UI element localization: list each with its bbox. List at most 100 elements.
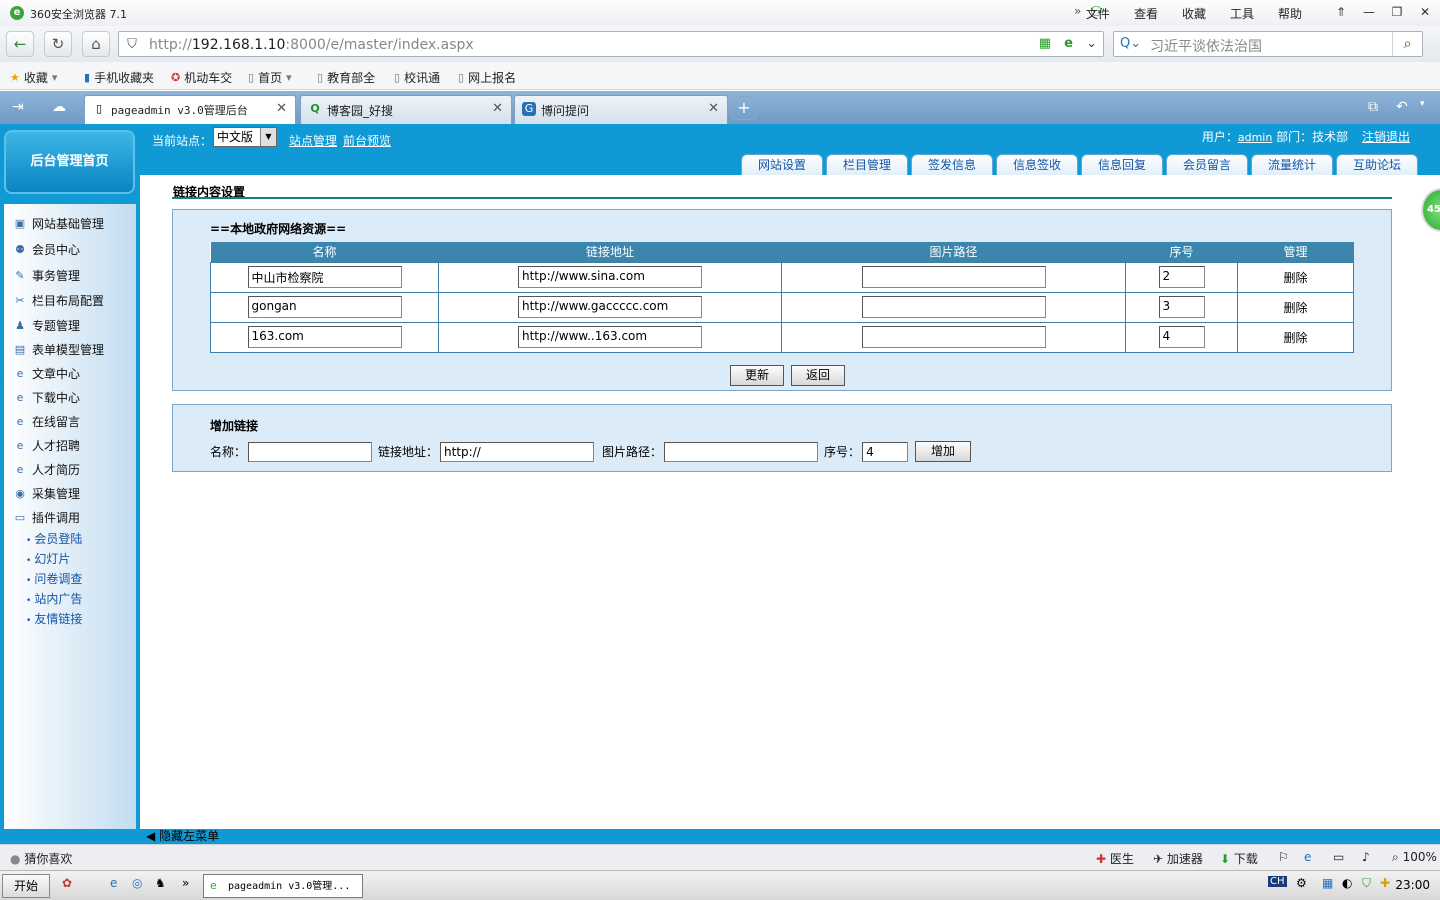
undo-close-icon[interactable]: ↶ [1396,99,1408,115]
delete-link[interactable]: 删除 [1283,331,1307,345]
logout-link[interactable]: 注销退出 [1362,130,1410,144]
menu-help[interactable]: 帮助 [1266,5,1314,22]
recommend-link[interactable]: ● 猜你喜欢 [10,850,72,867]
tab-reply[interactable]: 信息回复 [1081,154,1163,176]
search-input[interactable]: 习近平谈依法治国 [1150,36,1262,56]
address-bar[interactable]: ⛉ http://192.168.1.10:8000/e/master/inde… [118,31,1104,57]
zoom-control[interactable]: ⌕ 100% [1392,850,1437,865]
image-path-input[interactable] [861,326,1046,348]
bookmark-favorites[interactable]: ★ 收藏 ▾ [10,69,57,86]
submenu-slides[interactable]: 幻灯片 [26,550,70,567]
sidebar-item-collect[interactable]: ◉ 采集管理 [12,485,80,502]
image-path-input[interactable] [861,266,1046,288]
search-box[interactable]: Q⌄ 习近平谈依法治国 ⌕ [1113,31,1423,57]
home-icon[interactable]: ⌂ [82,31,110,57]
new-url-input[interactable]: http:// [440,441,595,462]
more-chevron-icon[interactable]: » [182,876,189,890]
sidebar-item-layout[interactable]: ✂ 栏目布局配置 [12,292,104,309]
tab-cnblogs[interactable]: Q 博客园_好搜 ✕ [300,95,512,124]
sidebar-item-articles[interactable]: e 文章中心 [12,365,80,382]
tab-issue[interactable]: 签发信息 [911,154,993,176]
tab-list-icon[interactable]: ⧉ [1368,99,1378,115]
image-path-input[interactable] [861,296,1046,318]
qq-icon[interactable]: ♞ [155,876,166,890]
pin-icon[interactable]: ⇑ [1332,3,1350,21]
name-input[interactable]: 中山市检察院 [247,266,402,288]
ie-mode-icon[interactable]: e [1064,36,1073,51]
delete-link[interactable]: 删除 [1283,301,1307,315]
order-input[interactable]: 2 [1158,266,1205,288]
restore-button[interactable]: ❐ [1388,3,1406,21]
tray-360-icon[interactable]: ✚ [1380,876,1390,890]
download-button[interactable]: ⬇ 下载 [1220,850,1258,867]
bookmark-education[interactable]: ▯ 教育部全 [317,69,375,86]
screen-icon[interactable]: ▭ [1333,850,1344,864]
chevron-down-icon[interactable]: ▾ [1420,99,1425,109]
tab-member-messages[interactable]: 会员留言 [1166,154,1248,176]
start-button[interactable]: 开始 [2,874,50,898]
sidebar-item-downloads[interactable]: e 下载中心 [12,389,80,406]
submenu-survey[interactable]: 问卷调查 [26,570,82,587]
url-input[interactable]: http://www..163.com [518,326,702,348]
cloud-icon[interactable]: ☁ [52,99,66,115]
tab-bowen[interactable]: G 博问提问 ✕ [514,95,728,124]
ie-icon[interactable]: e [1304,850,1311,864]
menu-favorites[interactable]: 收藏 [1170,5,1218,22]
new-tab-button[interactable]: + [732,96,756,120]
tab-traffic[interactable]: 流量统计 [1251,154,1333,176]
close-tab-icon[interactable]: ✕ [708,101,719,116]
tray-disk-icon[interactable]: ◐ [1342,876,1352,890]
minimize-button[interactable]: — [1360,3,1378,21]
close-button[interactable]: ✕ [1416,3,1434,21]
new-image-path-input[interactable] [664,441,819,462]
site-manage-link[interactable]: 站点管理 [289,132,337,149]
back-arrow-icon[interactable]: ← [6,31,34,57]
bookmark-home[interactable]: ▯ 首页 ▾ [248,69,292,86]
search-engine-icon[interactable]: Q⌄ [1120,36,1141,51]
sidebar-item-messages[interactable]: e 在线留言 [12,413,80,430]
tab-pageadmin[interactable]: ▯ pageadmin v3.0管理后台 ✕ [84,95,296,124]
accelerator-button[interactable]: ✈ 加速器 [1153,850,1203,867]
tab-site-settings[interactable]: 网站设置 [741,154,823,176]
order-input[interactable]: 3 [1158,296,1205,318]
new-name-input[interactable] [248,441,373,462]
menu-tools[interactable]: 工具 [1218,5,1266,22]
flag-icon[interactable]: ⚐ [1278,850,1289,864]
sidebar-item-site-basic[interactable]: ▣ 网站基础管理 [12,215,104,232]
submenu-ads[interactable]: 站内广告 [26,590,82,607]
volume-icon[interactable]: ♪ [1362,850,1370,864]
refresh-icon[interactable]: ↻ [44,31,72,57]
tab-forum[interactable]: 互助论坛 [1336,154,1418,176]
site-select[interactable]: 中文版 ▼ [213,127,277,147]
tab-columns[interactable]: 栏目管理 [826,154,908,176]
bookmark-enroll[interactable]: ▯ 网上报名 [458,69,516,86]
chevron-down-icon[interactable]: ⌄ [1086,36,1097,51]
bookmark-xiaoxuntong[interactable]: ▯ 校讯通 [394,69,440,86]
name-input[interactable]: 163.com [247,326,402,348]
taskbar-window-pageadmin[interactable]: e pageadmin v3.0管理... [203,874,363,898]
address-url[interactable]: http://192.168.1.10:8000/e/master/index.… [149,37,474,53]
user-name-link[interactable]: admin [1238,131,1272,144]
sidebar-item-plugins[interactable]: ▭ 插件调用 [12,509,80,526]
order-input[interactable]: 4 [1158,326,1205,348]
browser-icon[interactable]: ◎ [132,876,142,890]
close-tab-icon[interactable]: ✕ [276,101,287,116]
menu-view[interactable]: 查看 [1122,5,1170,22]
delete-link[interactable]: 删除 [1283,271,1307,285]
tray-shield-icon[interactable]: ⛉ [1362,876,1371,891]
hide-menu-toggle[interactable]: ◀ 隐藏左菜单 [140,829,1440,844]
preview-link[interactable]: 前台预览 [343,132,391,149]
submenu-member-login[interactable]: 会员登陆 [26,530,82,547]
tray-network-icon[interactable]: ▦ [1322,876,1333,890]
bookmark-vehicle[interactable]: ✪ 机动车交 [171,69,232,86]
new-order-input[interactable]: 4 [862,441,909,462]
close-tab-icon[interactable]: ✕ [492,101,503,116]
url-input[interactable]: http://www.sina.com [518,266,702,288]
back-button[interactable]: 返回 [791,365,845,386]
input-method[interactable]: CH [1268,876,1287,887]
doctor-button[interactable]: ✚ 医生 [1096,850,1134,867]
app-launcher-icon[interactable]: ✿ [62,876,72,890]
sidebar-item-member-center[interactable]: ⚉ 会员中心 [12,241,80,258]
ie-icon[interactable]: e [110,876,117,890]
sidebar-item-recruit[interactable]: e 人才招聘 [12,437,80,454]
